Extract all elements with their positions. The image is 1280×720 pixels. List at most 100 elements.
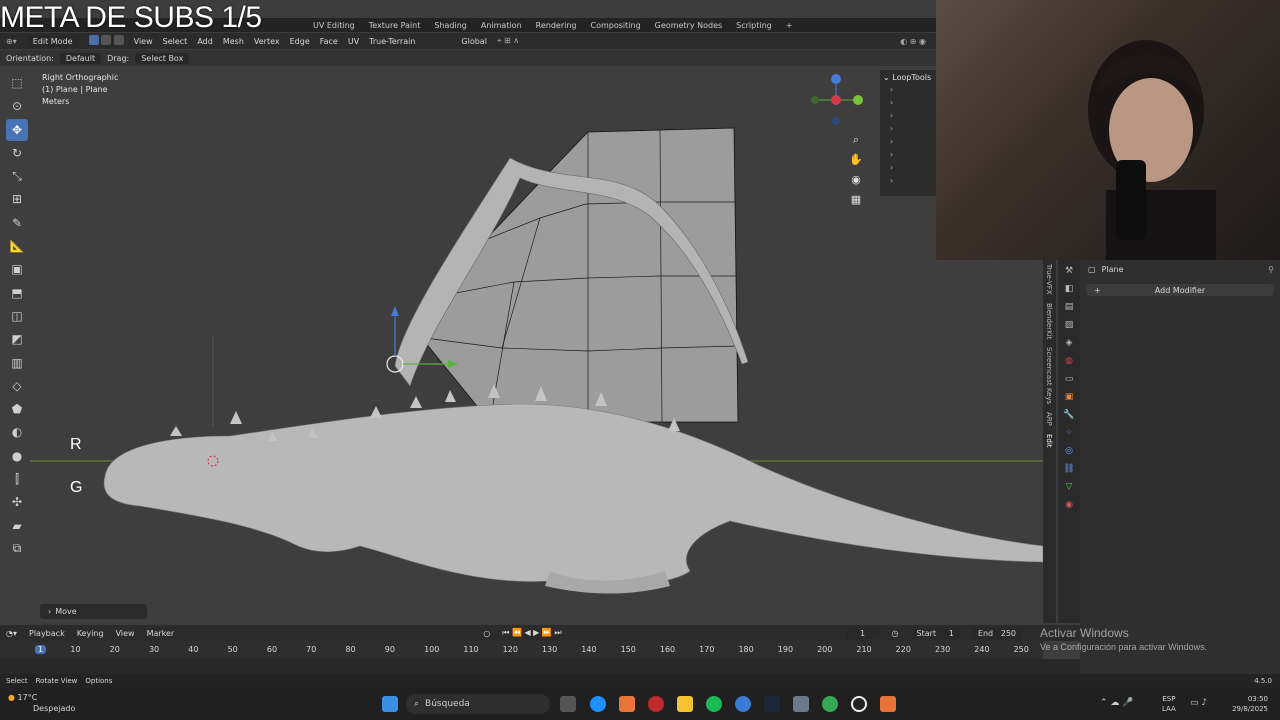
scale-icon[interactable]: ⤡ xyxy=(6,165,28,187)
bevel-icon[interactable]: ◩ xyxy=(6,328,28,350)
taskbar-search[interactable]: ⌕ Búsqueda xyxy=(406,694,550,714)
collection-icon[interactable]: ▭ xyxy=(1062,372,1076,386)
looptools-row[interactable]: › xyxy=(880,137,936,150)
language-indicator[interactable]: ESP LAA xyxy=(1162,694,1176,714)
looptools-row[interactable]: › xyxy=(880,111,936,124)
tab-edit[interactable]: Edit xyxy=(1045,434,1053,448)
tab-texture-paint[interactable]: Texture Paint xyxy=(362,21,428,30)
zoom-icon[interactable]: ⌕ xyxy=(848,130,864,150)
windows-start-icon[interactable] xyxy=(382,696,398,712)
measure-icon[interactable]: 📐 xyxy=(6,235,28,257)
scene-icon[interactable]: ◈ xyxy=(1062,336,1076,350)
material-icon[interactable]: ◉ xyxy=(1062,498,1076,512)
clock[interactable]: 03:50 29/8/2025 xyxy=(1222,694,1268,714)
cursor-icon[interactable]: ⊙ xyxy=(6,95,28,117)
looptools-row[interactable]: › xyxy=(880,176,936,189)
smooth-icon[interactable]: ● xyxy=(6,445,28,467)
timeline-ruler[interactable]: 1 10 20 30 40 50 60 70 80 90 100 110 120 130 140 150 160… xyxy=(0,641,1043,659)
tab-geometry-nodes[interactable]: Geometry Nodes xyxy=(648,21,729,30)
network-volume-icons[interactable]: ▭ ♪ xyxy=(1190,698,1207,708)
snap-icon[interactable]: ⌖ ⊞ ∧ xyxy=(497,36,519,46)
tab-uv-editing[interactable]: UV Editing xyxy=(306,21,362,30)
chrome-icon[interactable] xyxy=(822,696,838,712)
orientation-dropdown[interactable]: Default xyxy=(59,52,102,64)
output-icon[interactable]: ▤ xyxy=(1062,300,1076,314)
move-icon[interactable]: ✥ xyxy=(6,118,28,141)
vscode-icon[interactable] xyxy=(735,696,751,712)
steam-icon[interactable] xyxy=(764,696,780,712)
menu-keying[interactable]: Keying xyxy=(77,629,104,638)
tool-icon[interactable]: ⚒ xyxy=(1062,264,1076,278)
inset-icon[interactable]: ◫ xyxy=(6,305,28,327)
add-cube-icon[interactable]: ▣ xyxy=(6,258,28,280)
current-frame-field[interactable]: 1 xyxy=(845,627,880,639)
looptools-row[interactable]: › xyxy=(880,150,936,163)
github-icon[interactable] xyxy=(851,696,867,712)
menu-marker[interactable]: Marker xyxy=(147,629,175,638)
rip-region-icon[interactable]: ⧉ xyxy=(6,538,28,560)
playback-controls[interactable]: ⏮ ⏪ ◀ ▶ ⏩ ⏭ xyxy=(502,628,561,638)
last-operator-panel[interactable]: › Move xyxy=(40,604,147,619)
menu-playback[interactable]: Playback xyxy=(29,629,65,638)
blender-active-icon[interactable] xyxy=(880,696,896,712)
physics-icon[interactable]: ◎ xyxy=(1062,444,1076,458)
transform-icon[interactable]: ⊞ xyxy=(6,188,28,210)
modifier-wrench-icon[interactable]: 🔧 xyxy=(1062,408,1076,422)
drag-dropdown[interactable]: Select Box xyxy=(135,52,190,64)
data-icon[interactable]: ▽ xyxy=(1062,480,1076,494)
app-icon[interactable] xyxy=(793,696,809,712)
file-explorer-icon[interactable] xyxy=(677,696,693,712)
tab-shading[interactable]: Shading xyxy=(427,21,474,30)
menu-view[interactable]: View xyxy=(134,37,153,46)
shrink-fatten-icon[interactable]: ✣ xyxy=(6,491,28,513)
looptools-header[interactable]: ⌄ LoopTools xyxy=(880,70,936,85)
extrude-icon[interactable]: ⬒ xyxy=(6,282,28,304)
add-workspace-button[interactable]: + xyxy=(779,21,800,30)
tab-compositing[interactable]: Compositing xyxy=(584,21,648,30)
pan-hand-icon[interactable]: ✋ xyxy=(848,150,864,170)
task-view-icon[interactable] xyxy=(560,696,576,712)
looptools-row[interactable]: › xyxy=(880,163,936,176)
tab-scripting[interactable]: Scripting xyxy=(729,21,779,30)
looptools-row[interactable]: › xyxy=(880,124,936,137)
add-modifier-button[interactable]: + Add Modifier xyxy=(1086,284,1274,296)
record-icon[interactable]: ○ xyxy=(483,629,490,638)
tab-screencast-keys[interactable]: Screencast Keys xyxy=(1045,347,1053,404)
tab-blenderkit[interactable]: BlenderKit xyxy=(1045,303,1053,339)
loop-cut-icon[interactable]: ▥ xyxy=(6,352,28,374)
object-icon[interactable]: ▣ xyxy=(1062,390,1076,404)
rotate-icon[interactable]: ↻ xyxy=(6,142,28,164)
view-layer-icon[interactable]: ▨ xyxy=(1062,318,1076,332)
select-box-icon[interactable]: ⬚ xyxy=(6,72,28,94)
weather-widget[interactable]: ● 17°C Despejado xyxy=(8,692,75,714)
mode-selector[interactable]: Edit Mode xyxy=(26,35,79,47)
pin-icon[interactable]: ⚲ xyxy=(1268,265,1274,274)
edge-browser-icon[interactable] xyxy=(590,696,606,712)
knife-icon[interactable]: ◇ xyxy=(6,375,28,397)
menu-edge[interactable]: Edge xyxy=(290,37,310,46)
tab-arp[interactable]: ARP xyxy=(1045,412,1053,426)
particles-icon[interactable]: ⁘ xyxy=(1062,426,1076,440)
camera-icon[interactable]: ◉ xyxy=(848,170,864,190)
spotify-icon[interactable] xyxy=(706,696,722,712)
poly-build-icon[interactable]: ⬟ xyxy=(6,398,28,420)
constraints-icon[interactable]: ⛓ xyxy=(1062,462,1076,476)
transform-orientation-dropdown[interactable]: Global xyxy=(461,37,487,46)
spin-icon[interactable]: ◐ xyxy=(6,421,28,443)
shear-icon[interactable]: ▰ xyxy=(6,515,28,537)
looptools-row[interactable]: › xyxy=(880,98,936,111)
editor-type-icon[interactable]: ⊕▾ xyxy=(6,37,17,46)
clock-icon[interactable]: ◷ xyxy=(892,629,899,638)
world-icon[interactable]: ◍ xyxy=(1062,354,1076,368)
select-mode-buttons[interactable] xyxy=(88,35,124,47)
menu-add[interactable]: Add xyxy=(197,37,213,46)
menu-uv[interactable]: UV xyxy=(348,37,359,46)
editor-type-icon[interactable]: ◔▾ xyxy=(6,629,17,638)
blender-app-icon[interactable] xyxy=(619,696,635,712)
grid-icon[interactable]: ▦ xyxy=(848,190,864,210)
menu-select[interactable]: Select xyxy=(163,37,188,46)
menu-mesh[interactable]: Mesh xyxy=(223,37,244,46)
tab-rendering[interactable]: Rendering xyxy=(529,21,584,30)
tab-true-vfx[interactable]: True-VFX xyxy=(1045,264,1053,295)
start-frame-field[interactable]: Start 1 xyxy=(910,627,960,639)
